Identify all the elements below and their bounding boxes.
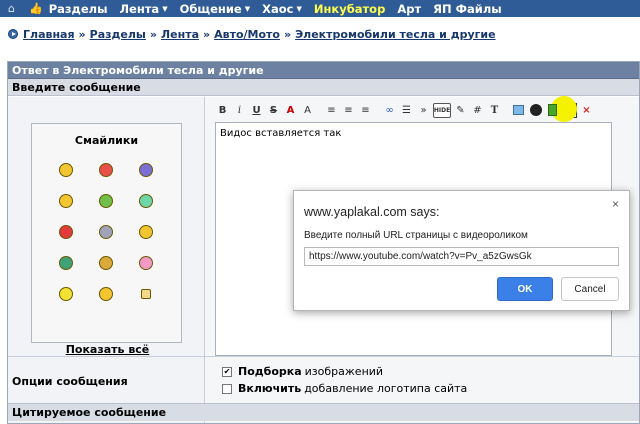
url-input[interactable] xyxy=(304,247,619,266)
options-row: Опции сообщения ✔ Подборка изображений В… xyxy=(8,356,639,402)
toolbar-divider xyxy=(375,103,380,118)
option-text: добавление логотипа сайта xyxy=(304,382,468,395)
form-title: Ответ в Электромобили тесла и другие xyxy=(8,62,639,79)
bold-button[interactable]: B xyxy=(215,103,230,118)
breadcrumb-arrow-icon xyxy=(8,29,18,39)
cancel-button[interactable]: Cancel xyxy=(561,277,619,301)
smilie[interactable] xyxy=(46,154,86,185)
smilie[interactable] xyxy=(46,185,86,216)
strikethrough-button[interactable]: S xyxy=(266,103,281,118)
chevron-down-icon: ▼ xyxy=(244,4,251,13)
smilie[interactable] xyxy=(86,154,126,185)
nav-item-communication[interactable]: Общение ▼ xyxy=(180,2,251,16)
align-right-icon[interactable]: ≡ xyxy=(358,103,373,118)
url-prompt-dialog: www.yaplakal.com says: × Введите полный … xyxy=(293,190,630,311)
nav-item-feed[interactable]: Лента ▼ xyxy=(119,2,167,16)
smilie[interactable] xyxy=(126,185,166,216)
align-left-icon[interactable]: ≡ xyxy=(324,103,339,118)
breadcrumb-separator: » xyxy=(149,27,157,41)
show-all-smilies-link[interactable]: Показать всё xyxy=(32,343,183,356)
breadcrumb-separator: » xyxy=(283,27,292,41)
nav-item-sections[interactable]: Разделы xyxy=(49,2,108,16)
smilies-panel: Смайлики Показать всё xyxy=(31,123,182,356)
quote-button[interactable]: » xyxy=(416,103,431,118)
smilie[interactable] xyxy=(86,278,126,309)
chevron-down-icon: ▼ xyxy=(296,4,302,13)
smilie[interactable] xyxy=(46,247,86,278)
italic-button[interactable]: i xyxy=(232,103,247,118)
video-icon[interactable] xyxy=(545,103,560,118)
breadcrumb-feed[interactable]: Лента xyxy=(161,28,199,41)
breadcrumb-separator: » xyxy=(203,27,211,41)
toolbar-divider xyxy=(317,103,322,118)
edit-icon[interactable]: ✎ xyxy=(453,103,468,118)
close-icon[interactable]: × xyxy=(579,103,594,118)
link-icon[interactable]: ∞ xyxy=(382,103,397,118)
options-label: Опции сообщения xyxy=(12,375,128,388)
breadcrumb-separator: » xyxy=(78,27,86,41)
option-image-gallery[interactable]: ✔ Подборка изображений xyxy=(222,365,383,378)
image-icon[interactable] xyxy=(511,103,526,118)
quoted-message-header: Цитируемое сообщение xyxy=(8,403,639,421)
smilie[interactable] xyxy=(46,216,86,247)
close-icon[interactable]: × xyxy=(612,197,619,211)
ok-button[interactable]: OK xyxy=(497,277,553,301)
dialog-title: www.yaplakal.com says: xyxy=(304,205,440,219)
smilie[interactable] xyxy=(126,278,166,309)
option-bold-text: Включить xyxy=(238,382,302,395)
breadcrumb-sections[interactable]: Разделы xyxy=(90,28,146,41)
smilies-title: Смайлики xyxy=(74,134,139,147)
chevron-down-icon: ▼ xyxy=(162,4,168,13)
smilie-grid xyxy=(46,154,166,309)
align-center-icon[interactable]: ≡ xyxy=(341,103,356,118)
hide-button[interactable]: HIDE xyxy=(433,102,451,118)
breadcrumb-home[interactable]: Главная xyxy=(23,28,75,41)
nav-item-incubator[interactable]: Инкубатор xyxy=(314,2,385,16)
checkbox-unchecked[interactable] xyxy=(222,383,232,394)
option-bold-text: Подборка xyxy=(238,365,302,378)
option-text: изображений xyxy=(304,365,384,378)
option-site-logo[interactable]: Включить добавление логотипа сайта xyxy=(222,382,467,395)
nav-item-art[interactable]: Арт xyxy=(397,2,421,16)
nav-item-chaos[interactable]: Хаос ▼ xyxy=(262,2,302,16)
breadcrumb-topic[interactable]: Электромобили тесла и другие xyxy=(295,28,495,41)
top-nav: ⌂ 👍 Разделы Лента ▼ Общение ▼ Хаос ▼ Инкуба… xyxy=(0,0,640,17)
font-size-button[interactable]: A xyxy=(300,103,315,118)
editor-toolbar: B i U S A A ≡ ≡ ≡ ∞ ☰ » HIDE ✎ # T × xyxy=(215,96,609,122)
nav-item-files[interactable]: ЯП Файлы xyxy=(433,2,502,16)
underline-button[interactable]: U xyxy=(249,103,264,118)
enter-message-header: Введите сообщение xyxy=(8,79,639,96)
toolbar-divider xyxy=(504,103,509,118)
smilie[interactable] xyxy=(126,247,166,278)
smilie[interactable] xyxy=(126,216,166,247)
checkbox-checked[interactable]: ✔ xyxy=(222,366,232,377)
breadcrumb-auto-moto[interactable]: Авто/Мото xyxy=(214,28,280,41)
text-button[interactable]: T xyxy=(487,103,502,118)
smilie[interactable] xyxy=(86,185,126,216)
smilie[interactable] xyxy=(86,216,126,247)
text-color-button[interactable]: A xyxy=(283,103,298,118)
smilie[interactable] xyxy=(126,154,166,185)
home-icon[interactable]: ⌂ xyxy=(8,2,15,15)
breadcrumb: Главная » Разделы » Лента » Авто/Мото » … xyxy=(8,27,496,41)
dialog-message: Введите полный URL страницы с видеоролик… xyxy=(304,230,528,241)
thumbs-up-icon[interactable]: 👍 xyxy=(29,2,43,15)
flash-icon[interactable] xyxy=(528,103,543,118)
list-icon[interactable]: ☰ xyxy=(399,103,414,118)
hash-button[interactable]: # xyxy=(470,103,485,118)
smilie[interactable] xyxy=(86,247,126,278)
smilie[interactable] xyxy=(46,278,86,309)
